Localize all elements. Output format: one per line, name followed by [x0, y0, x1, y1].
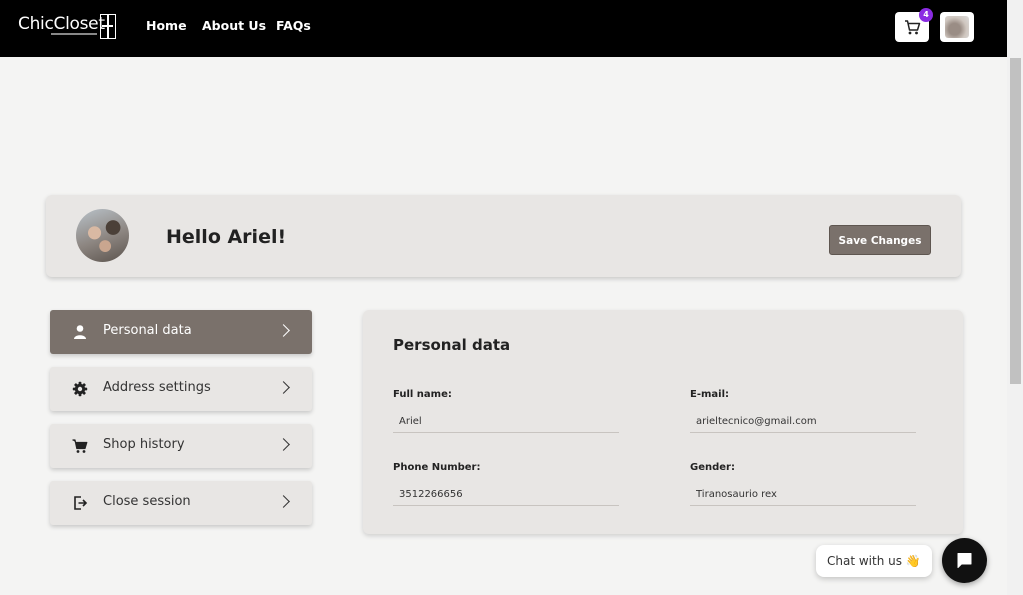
chat-launcher-button[interactable] — [942, 538, 987, 583]
save-changes-button[interactable]: Save Changes — [829, 225, 931, 255]
closet-logo-icon — [100, 14, 116, 39]
person-icon — [74, 325, 86, 339]
phone-number-field[interactable] — [393, 484, 619, 506]
profile-avatar — [76, 209, 129, 262]
profile-header-card: Hello Ariel! Save Changes — [46, 195, 961, 277]
nav-link-about-us[interactable]: About Us — [202, 18, 266, 33]
email-field[interactable] — [690, 411, 916, 433]
chat-with-us-bubble[interactable]: Chat with us 👋 — [816, 545, 932, 577]
nav-link-home[interactable]: Home — [146, 18, 187, 33]
logout-icon — [74, 496, 88, 510]
cart-icon — [72, 439, 88, 453]
user-menu-button[interactable] — [940, 12, 974, 42]
nav-link-faqs[interactable]: FAQs — [276, 18, 311, 33]
user-avatar-thumb — [945, 16, 969, 38]
menu-item-label: Personal data — [103, 323, 192, 338]
logo-tagline — [51, 33, 97, 35]
menu-item-address-settings[interactable]: Address settings — [50, 367, 312, 411]
brand-logo[interactable]: ChicCloset — [18, 14, 105, 34]
chevron-right-icon — [277, 381, 290, 394]
cart-button[interactable]: 4 — [895, 8, 933, 42]
menu-item-label: Address settings — [103, 380, 211, 395]
cart-count-badge: 4 — [919, 8, 933, 22]
scrollbar-thumb[interactable] — [1010, 58, 1021, 384]
phone-number-label: Phone Number: — [393, 462, 481, 473]
email-label: E-mail: — [690, 389, 730, 400]
full-name-label: Full name: — [393, 389, 452, 400]
full-name-field[interactable] — [393, 411, 619, 433]
greeting-text: Hello Ariel! — [166, 226, 287, 248]
gear-icon — [72, 381, 88, 397]
menu-item-label: Close session — [103, 494, 191, 509]
menu-item-close-session[interactable]: Close session — [50, 481, 312, 525]
chevron-right-icon — [277, 324, 290, 337]
chevron-right-icon — [277, 438, 290, 451]
navbar: ChicCloset Home About Us FAQs 4 — [0, 0, 1007, 57]
section-title: Personal data — [393, 336, 511, 354]
gender-label: Gender: — [690, 462, 735, 473]
menu-item-personal-data[interactable]: Personal data — [50, 310, 312, 354]
menu-item-label: Shop history — [103, 437, 185, 452]
gender-field[interactable] — [690, 484, 916, 506]
chevron-right-icon — [277, 495, 290, 508]
menu-item-shop-history[interactable]: Shop history — [50, 424, 312, 468]
chat-icon — [957, 553, 972, 568]
personal-data-card: Personal data Full name: E-mail: Phone N… — [363, 310, 963, 534]
